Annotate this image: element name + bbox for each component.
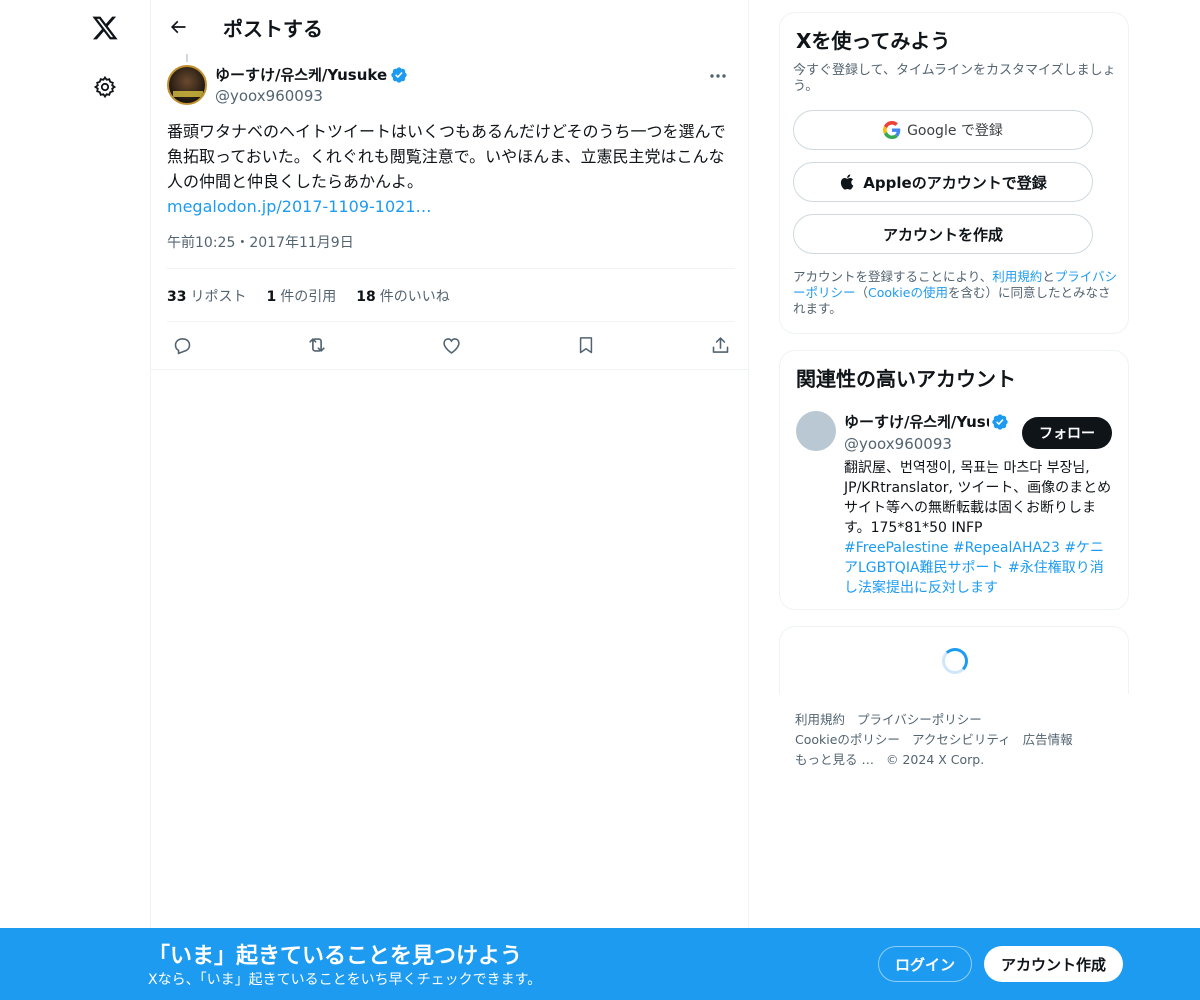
footer-link[interactable]: 広告情報 (1023, 732, 1073, 747)
reposts-count: 33 (167, 289, 187, 305)
loading-spinner-icon (942, 648, 968, 674)
apple-icon (841, 174, 854, 190)
tweet-link[interactable]: megalodon.jp/2017-1109-1021… (167, 194, 735, 219)
likes-label: 件のいいね (379, 289, 450, 305)
tweet-timestamp[interactable]: 午前10:25・2017年11月9日 (167, 232, 354, 252)
likes-count: 18 (356, 289, 376, 305)
like-icon[interactable] (436, 330, 466, 360)
footer-link[interactable]: プライバシーポリシー (857, 712, 982, 727)
legal-and: と (1042, 269, 1055, 284)
bio-hashtags: #FreePalestine #RepealAHA23 #ケニアLGBTQIA難… (844, 538, 1116, 598)
reposts-label: リポスト (190, 289, 247, 305)
trends-card-loading (779, 626, 1129, 694)
bottom-signup-banner: 「いま」起きていることを見つけよう Xなら、「いま」起きていることをいち早くチェ… (0, 928, 1200, 1000)
follow-button[interactable]: フォロー (1022, 417, 1112, 449)
divider (151, 369, 749, 370)
quotes-stat[interactable]: 1 件の引用 (266, 286, 336, 306)
google-signup-button[interactable]: Google で登録 (793, 110, 1093, 150)
create-account-label: アカウントを作成 (882, 225, 1003, 244)
banner-subtitle: Xなら、「いま」起きていることをいち早くチェックできます。 (148, 972, 542, 988)
quotes-count: 1 (266, 289, 277, 305)
tweet-stats: 33 リポスト 1 件の引用 18 件のいいね (167, 286, 450, 306)
related-account-handle[interactable]: @yoox960093 (844, 435, 952, 453)
terms-link[interactable]: 利用規約 (992, 269, 1042, 284)
divider (167, 268, 735, 269)
footer-link[interactable]: 利用規約 (795, 712, 845, 727)
share-icon[interactable] (705, 330, 735, 360)
main-column: ポストする ゆーすけ/유스케/Yusuke @yoox960093 番頭ワタナベ… (150, 0, 749, 1000)
google-icon (883, 121, 901, 139)
author-handle[interactable]: @yoox960093 (215, 87, 408, 105)
signup-card: Xを使ってみよう 今すぐ登録して、タイムラインをカスタマイズしましょう。 Goo… (779, 12, 1129, 334)
page-header: ポストする (151, 0, 749, 54)
legal-paren: （ (855, 285, 869, 300)
verified-badge-icon (992, 413, 1008, 430)
hashtag-link[interactable]: #RepealAHA23 (953, 540, 1060, 556)
related-account-bio: 翻訳屋、번역쟁이, 목표는 마츠다 부장님, JP/KRtranslator, … (844, 458, 1116, 598)
footer-link[interactable]: アクセシビリティ (912, 732, 1011, 747)
avatar[interactable] (796, 411, 836, 451)
x-logo-icon[interactable] (82, 5, 128, 51)
reply-icon[interactable] (167, 330, 197, 360)
related-accounts-card: 関連性の高いアカウント ゆーすけ/유스케/Yusuke @yoox960093 … (779, 350, 1129, 610)
tweet-actions (167, 330, 735, 360)
footer-link[interactable]: もっと見る … (795, 752, 874, 767)
hashtag-link[interactable]: #FreePalestine (844, 540, 949, 556)
banner-title: 「いま」起きていることを見つけよう (148, 944, 523, 969)
tweet-text: 番頭ワタナベのヘイトツイートはいくつもあるんだけどそのうち一つを選んで魚拓取って… (167, 122, 726, 191)
apple-signup-label: Appleのアカウントで登録 (863, 173, 1047, 192)
page-title: ポストする (223, 17, 323, 41)
login-button[interactable]: ログイン (878, 946, 972, 982)
footer-links: 利用規約 プライバシーポリシー Cookieのポリシー アクセシビリティ 広告情報 も… (795, 710, 1125, 770)
apple-signup-button[interactable]: Appleのアカウントで登録 (793, 162, 1093, 202)
signup-title: Xを使ってみよう (796, 29, 951, 53)
author-name[interactable]: ゆーすけ/유스케/Yusuke (215, 64, 408, 85)
gear-icon[interactable] (82, 64, 128, 110)
divider (167, 321, 735, 322)
legal-text: アカウントを登録することにより、利用規約とプライバシーポリシー（Cookieの使… (793, 269, 1118, 317)
arrow-left-icon[interactable] (161, 10, 195, 44)
signup-button[interactable]: アカウント作成 (984, 946, 1123, 982)
related-title: 関連性の高いアカウント (796, 367, 1016, 391)
copyright: © 2024 X Corp. (885, 752, 985, 767)
bookmark-icon[interactable] (571, 330, 601, 360)
signup-subtitle: 今すぐ登録して、タイムラインをカスタマイズしましょう。 (793, 63, 1116, 94)
bio-text: 翻訳屋、번역쟁이, 목표는 마츠다 부장님, JP/KRtranslator, … (844, 460, 1112, 536)
likes-stat[interactable]: 18 件のいいね (356, 286, 449, 306)
more-options-icon[interactable] (701, 66, 735, 86)
create-account-button[interactable]: アカウントを作成 (793, 214, 1093, 254)
reposts-stat[interactable]: 33 リポスト (167, 286, 246, 306)
quotes-label: 件の引用 (280, 289, 337, 305)
footer-link[interactable]: Cookieのポリシー (795, 732, 900, 747)
related-account-name-text: ゆーすけ/유스케/Yusuke (844, 413, 989, 431)
cookie-link[interactable]: Cookieの使用 (868, 285, 948, 300)
verified-badge-icon (391, 66, 407, 83)
related-account-name[interactable]: ゆーすけ/유스케/Yusuke (844, 411, 1012, 432)
tweet-author: ゆーすけ/유스케/Yusuke @yoox960093 (215, 64, 408, 105)
thread-line (186, 54, 188, 62)
legal-prefix: アカウントを登録することにより、 (793, 269, 993, 284)
tweet-text-container: 番頭ワタナベのヘイトツイートはいくつもあるんだけどそのうち一つを選んで魚拓取って… (167, 119, 735, 219)
left-nav (0, 0, 150, 1000)
repost-icon[interactable] (302, 330, 332, 360)
avatar[interactable] (167, 65, 207, 105)
google-signup-label: Google で登録 (907, 123, 1003, 139)
author-name-text: ゆーすけ/유스케/Yusuke (215, 66, 388, 84)
